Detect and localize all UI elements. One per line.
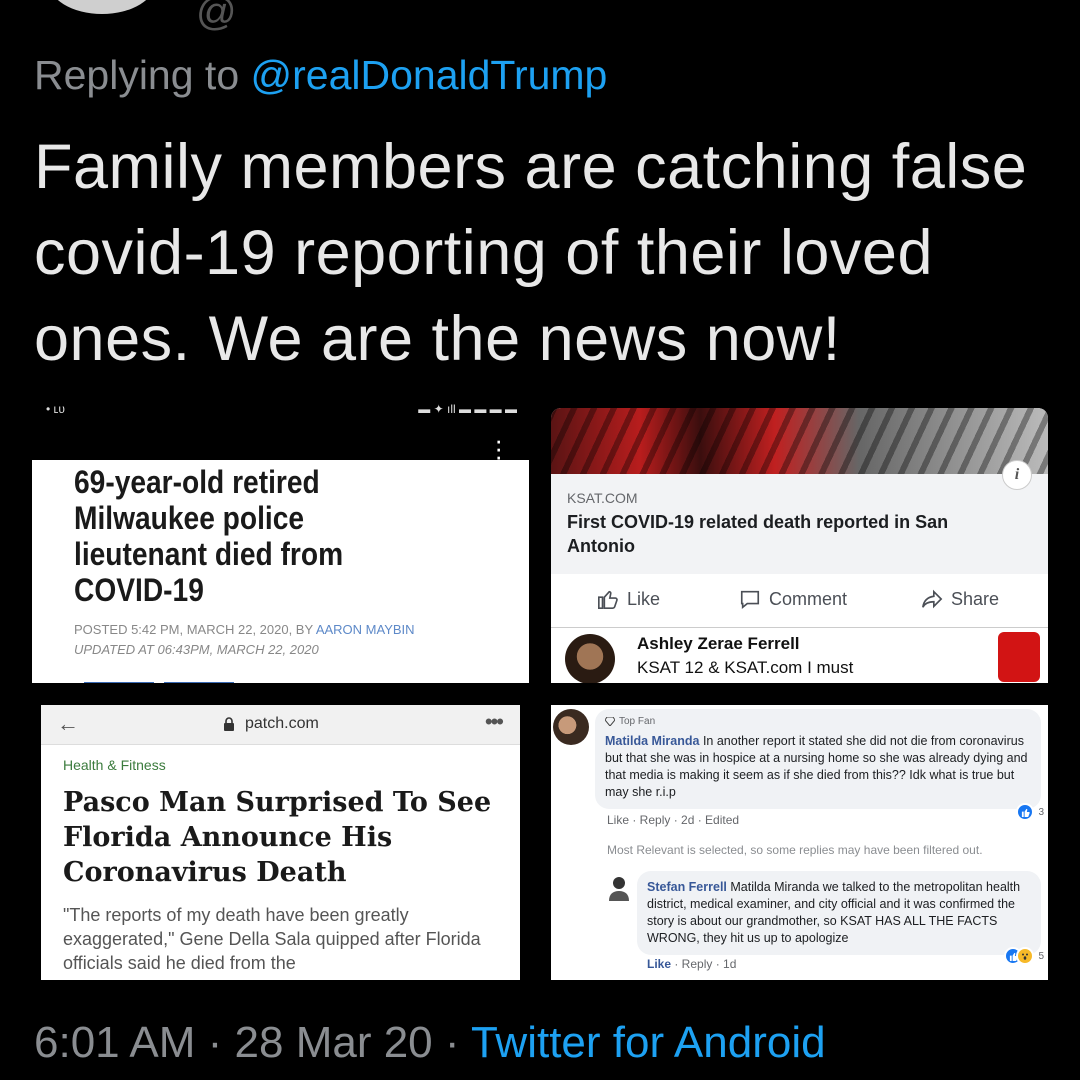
article-excerpt: "The reports of my death have been great… [63,905,481,973]
comment-bubble: Top Fan Matilda Miranda In another repor… [595,709,1041,809]
tweet-text: Family members are catching false covid-… [34,132,1028,374]
lock-icon [224,717,234,731]
share-icon [922,589,943,609]
link-preview-image [551,408,1048,474]
comment-actions[interactable]: Like · Reply · 2d · Edited [607,813,739,827]
comment-reactions[interactable]: 3 [1016,803,1044,821]
meta-separator: · [432,1018,471,1067]
replying-to-label: Replying to [34,52,251,98]
reply-text: Stefan Ferrell Matilda Miranda we talked… [647,879,1037,947]
share-label: Share [951,588,1000,609]
browser-menu-icon[interactable]: ••• [485,709,504,735]
wow-reaction-icon [1016,947,1035,965]
meta-separator: · [195,1018,235,1067]
back-arrow-icon[interactable]: ← [57,711,79,737]
author-avatar[interactable] [48,0,156,14]
top-fan-label: Top Fan [619,716,656,727]
tweet-timestamp: 6:01 AM · 28 Mar 20 · Twitter for Androi… [34,1018,826,1068]
commenter-avatar[interactable] [553,709,589,745]
link-domain: KSAT.COM [567,490,638,506]
info-icon[interactable]: i [1002,460,1032,490]
article-byline: POSTED 5:42 PM, MARCH 22, 2020, BY AARON… [74,620,415,660]
post-actions: Like Comment Share [551,574,1048,628]
comment-author-name[interactable]: Matilda Miranda [605,734,699,748]
link-title: First COVID-19 related death reported in… [567,512,949,556]
article-category[interactable]: Health & Fitness [63,757,166,773]
tweet-source[interactable]: Twitter for Android [471,1018,826,1067]
comment-button[interactable]: Comment [739,588,847,610]
reply-bubble: Stefan Ferrell Matilda Miranda we talked… [637,871,1041,955]
link-preview-meta[interactable]: KSAT.COM First COVID-19 related death re… [551,474,1048,574]
like-button[interactable]: Like [597,588,660,610]
screenshot-facebook-comments[interactable]: Top Fan Matilda Miranda In another repor… [551,705,1048,980]
like-label: Like [627,588,661,609]
article-headline: Pasco Man Surprised To See Florida Annou… [63,787,492,888]
url-text[interactable]: patch.com [245,715,319,733]
thumbs-up-icon [598,590,618,609]
reply-avatar-icon[interactable] [607,875,631,901]
reply-meta[interactable]: · Reply · 1d [671,957,736,971]
filter-notice: Most Relevant is selected, so some repli… [607,843,983,857]
phone-status-bar: • ʟᴜ ▬ ✦ ıll ▬ ▬ ▬ ▬ [32,400,529,420]
commenter-avatar[interactable] [565,634,615,683]
share-buttons-crop[interactable] [84,676,244,683]
like-reaction-icon [1016,803,1035,821]
comment-icon [740,590,760,609]
article-headline: 69-year-old retired Milwaukee police lie… [74,464,344,608]
screenshot-patch-article[interactable]: ← patch.com ••• Health & Fitness Pasco M… [41,705,520,980]
reaction-count: 3 [1038,806,1044,818]
comment-label: Comment [769,588,848,609]
tweet-time[interactable]: 6:01 AM [34,1018,195,1067]
reply-reactions[interactable]: 5 [1004,947,1044,965]
reply-author-name[interactable]: Stefan Ferrell [647,880,727,894]
diamond-icon [605,717,615,726]
status-left-icon: • ʟᴜ [46,402,65,416]
reply-like-link[interactable]: Like [647,957,671,971]
comment-preview-text: KSAT 12 & KSAT.com I must [637,658,854,677]
byline-posted: POSTED 5:42 PM, MARCH 22, 2020, BY [74,622,316,637]
more-options-icon[interactable]: · · · [494,427,503,469]
tweet-date[interactable]: 28 Mar 20 [235,1018,433,1067]
browser-url-bar[interactable]: ← patch.com ••• [41,705,520,745]
byline-updated: UPDATED AT 06:43PM, MARCH 22, 2020 [74,642,319,657]
author-handle-crop: @ [196,0,237,34]
reaction-count: 5 [1038,950,1044,962]
byline-author[interactable]: AARON MAYBIN [316,622,415,637]
reply-actions: Like · Reply · 1d [647,957,736,971]
top-fan-badge: Top Fan [605,716,655,727]
mention-link[interactable]: @realDonaldTrump [251,52,608,98]
commenter-name[interactable]: Ashley Zerae Ferrell [637,634,800,654]
screenshot-milwaukee-article[interactable]: • ʟᴜ ▬ ✦ ıll ▬ ▬ ▬ ▬ · · · 69-year-old ret… [32,400,529,683]
share-button[interactable]: Share [921,588,999,610]
replying-to: Replying to @realDonaldTrump [34,52,607,99]
comment-text: Matilda Miranda In another report it sta… [605,733,1035,801]
screenshot-ksat-facebook-post[interactable]: i KSAT.COM First COVID-19 related death … [551,408,1048,683]
comment-preview[interactable]: Ashley Zerae Ferrell KSAT 12 & KSAT.com … [551,628,1048,683]
status-right-icons: ▬ ✦ ıll ▬ ▬ ▬ ▬ [418,402,517,416]
red-object-image [998,632,1040,682]
